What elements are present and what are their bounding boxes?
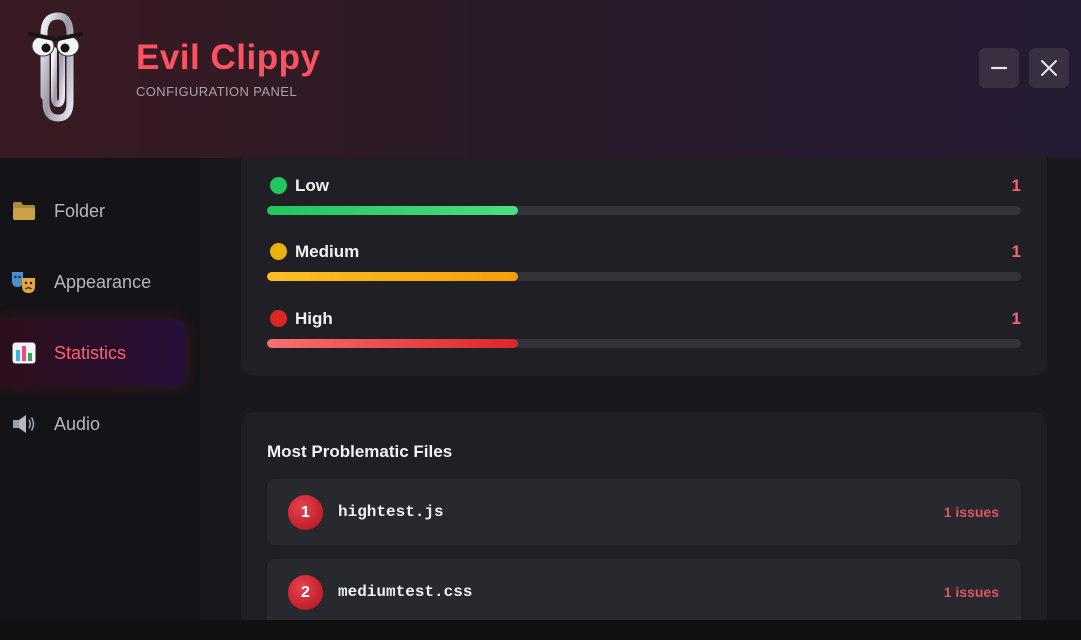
clippy-logo-icon xyxy=(28,12,83,122)
severity-count: 1 xyxy=(1011,242,1021,261)
sidebar-item-label: Folder xyxy=(54,200,106,221)
severity-label: High xyxy=(295,309,333,328)
severity-row-high: High 1 xyxy=(267,309,1021,359)
severity-row-medium: Medium 1 xyxy=(267,242,1021,292)
bar-chart-icon xyxy=(11,340,37,366)
problematic-files-card: Most Problematic Files 1 hightest.js 1 i… xyxy=(241,412,1047,620)
theater-masks-icon xyxy=(11,269,37,295)
sidebar-item-folder[interactable]: Folder xyxy=(0,178,186,244)
severity-bar-fill xyxy=(267,339,519,348)
sidebar-item-label: Audio xyxy=(54,413,101,434)
severity-bar-track xyxy=(267,339,1021,348)
rank-badge: 1 xyxy=(288,495,323,530)
sidebar-item-appearance[interactable]: Appearance xyxy=(0,249,186,315)
minus-icon xyxy=(991,66,1007,70)
severity-bar-track xyxy=(267,206,1021,215)
sidebar: Folder Appearance Statistics Audio xyxy=(0,158,200,620)
file-name: mediumtest.css xyxy=(338,583,473,601)
severity-bar-track xyxy=(267,272,1021,281)
severity-count: 1 xyxy=(1011,176,1021,195)
rank-badge: 2 xyxy=(288,575,323,610)
severity-bar-fill xyxy=(267,272,519,281)
main-content[interactable]: Low 1 Medium 1 High 1 Most Problematic F… xyxy=(200,158,1081,620)
sidebar-item-audio[interactable]: Audio xyxy=(0,391,186,457)
severity-count: 1 xyxy=(1011,309,1021,328)
severity-bar-fill xyxy=(267,206,519,215)
section-title: Most Problematic Files xyxy=(267,442,453,461)
sidebar-item-label: Statistics xyxy=(54,342,127,363)
close-icon xyxy=(1041,60,1057,76)
app-subtitle: CONFIGURATION PANEL xyxy=(136,84,297,99)
app-title: Evil Clippy xyxy=(136,38,321,77)
file-list-item[interactable]: 1 hightest.js 1 issues xyxy=(267,479,1021,545)
file-list-item[interactable]: 2 mediumtest.css 1 issues xyxy=(267,559,1021,620)
app-header: Evil Clippy CONFIGURATION PANEL xyxy=(0,0,1081,158)
severity-card: Low 1 Medium 1 High 1 xyxy=(241,158,1047,376)
severity-row-low: Low 1 xyxy=(267,176,1021,226)
severity-label: Low xyxy=(295,176,329,195)
issue-count: 1 issues xyxy=(943,584,999,600)
medium-severity-dot-icon xyxy=(270,243,287,260)
severity-label: Medium xyxy=(295,242,360,261)
minimize-button[interactable] xyxy=(979,48,1019,88)
issue-count: 1 issues xyxy=(943,504,999,520)
file-name: hightest.js xyxy=(338,503,444,521)
sidebar-item-label: Appearance xyxy=(54,271,152,292)
sidebar-item-statistics[interactable]: Statistics xyxy=(0,320,186,386)
folder-icon xyxy=(11,198,37,224)
low-severity-dot-icon xyxy=(270,177,287,194)
bottom-edge xyxy=(0,620,1081,640)
close-button[interactable] xyxy=(1029,48,1069,88)
high-severity-dot-icon xyxy=(270,310,287,327)
speaker-icon xyxy=(11,411,37,437)
